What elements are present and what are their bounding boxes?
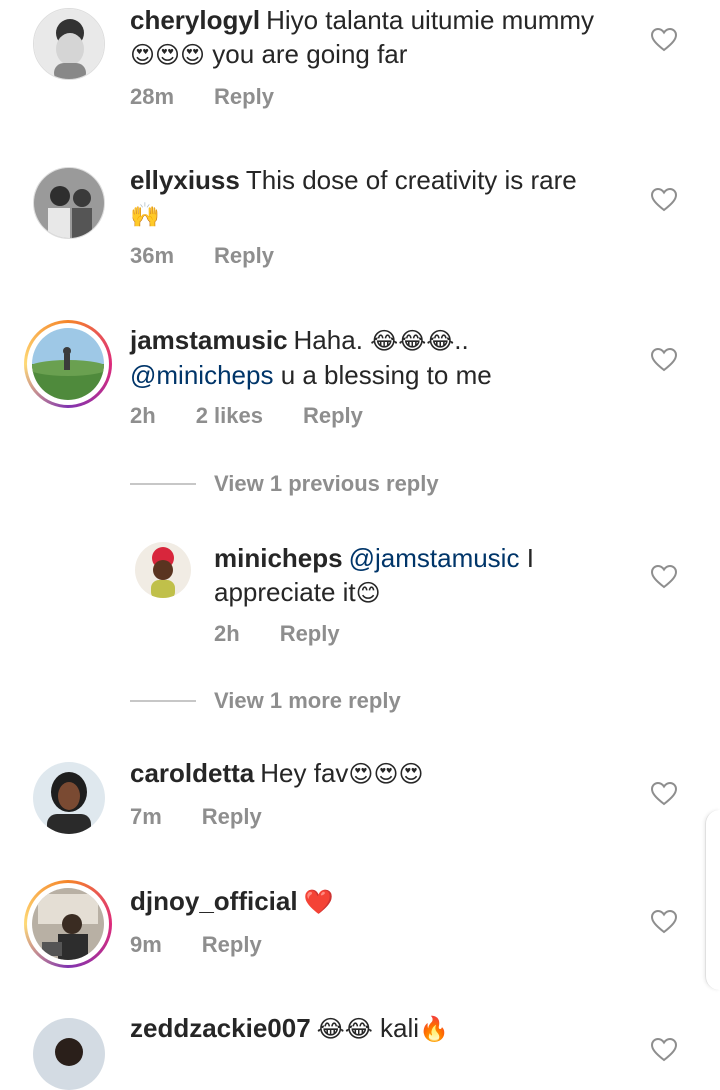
story-ring[interactable] bbox=[24, 320, 112, 408]
avatar-image bbox=[34, 168, 104, 238]
comment-body: kali bbox=[380, 1013, 420, 1043]
avatar bbox=[32, 328, 104, 400]
comment-body: Haha. bbox=[293, 325, 363, 355]
reply-body: I bbox=[526, 543, 534, 573]
reply-body-2: appreciate it bbox=[214, 577, 356, 607]
reply-meta: 2h Reply bbox=[214, 621, 340, 647]
avatar[interactable] bbox=[33, 1018, 105, 1090]
reply-button[interactable]: Reply bbox=[214, 84, 274, 110]
heart-icon[interactable] bbox=[651, 188, 677, 212]
comment-username[interactable]: zeddzackie007 bbox=[130, 1013, 311, 1043]
comment-item: djnoy_official ❤️ 9m Reply bbox=[0, 880, 720, 990]
avatar[interactable] bbox=[33, 8, 105, 80]
likes-count[interactable]: 2 likes bbox=[196, 403, 263, 429]
comment-body-2: u a blessing to me bbox=[280, 360, 492, 390]
avatar[interactable] bbox=[33, 167, 105, 239]
avatar[interactable] bbox=[33, 762, 105, 834]
comment-time: 36m bbox=[130, 243, 175, 268]
reply-time: 2h bbox=[214, 621, 240, 646]
comment-username[interactable]: cherylogyl bbox=[130, 5, 260, 35]
comment-body: This dose of creativity is rare bbox=[245, 165, 577, 195]
comment-username[interactable]: caroldetta bbox=[130, 758, 254, 788]
reply-item: minicheps @jamstamusic I appreciate it😊 2… bbox=[0, 538, 720, 668]
comment-meta: 36m Reply bbox=[130, 243, 274, 269]
comment-item: caroldetta Hey fav😍😍😍 7m Reply bbox=[0, 756, 720, 866]
comment-meta: 7m Reply bbox=[130, 804, 262, 830]
emoji: 😊 bbox=[355, 579, 381, 607]
story-ring[interactable] bbox=[24, 880, 112, 968]
reply-button[interactable]: Reply bbox=[214, 243, 274, 269]
emoji: 😍😍😍 bbox=[348, 760, 424, 788]
reply-button[interactable]: Reply bbox=[303, 403, 363, 429]
comment-item: cherylogyl Hiyo talanta uitumie mummy 😍😍😍… bbox=[0, 0, 720, 140]
avatar-image bbox=[135, 542, 191, 598]
reply-username[interactable]: minicheps bbox=[214, 543, 343, 573]
mention-link[interactable]: @jamstamusic bbox=[349, 543, 520, 573]
emoji: 😍😍😍 bbox=[130, 41, 206, 69]
comment-item: jamstamusic Haha. 😂😂😂.. @minicheps u a bl… bbox=[0, 320, 720, 460]
comment-body: Hey fav bbox=[260, 758, 349, 788]
divider-line bbox=[130, 483, 196, 485]
emoji: 🙌 bbox=[130, 201, 160, 229]
view-previous-replies[interactable]: View 1 previous reply bbox=[130, 471, 439, 497]
edge-panel-handle[interactable] bbox=[705, 810, 720, 990]
comment-text: zeddzackie007 😂😂 kali🔥 bbox=[130, 1011, 640, 1046]
comment-time: 28m bbox=[130, 84, 175, 109]
avatar-image bbox=[32, 888, 104, 960]
comment-body: Hiyo talanta uitumie mummy bbox=[266, 5, 595, 35]
avatar-image bbox=[33, 762, 105, 834]
reply-button[interactable]: Reply bbox=[202, 932, 262, 958]
avatar-image bbox=[32, 328, 104, 400]
avatar[interactable] bbox=[135, 542, 191, 598]
comment-time: 9m bbox=[130, 932, 162, 957]
avatar bbox=[32, 888, 104, 960]
comment-body-suffix: .. bbox=[454, 325, 469, 355]
emoji: ❤️ bbox=[303, 888, 334, 916]
avatar-image bbox=[34, 9, 104, 79]
comment-text: jamstamusic Haha. 😂😂😂.. @minicheps u a bl… bbox=[130, 323, 640, 392]
heart-icon[interactable] bbox=[651, 782, 677, 806]
reply-button[interactable]: Reply bbox=[280, 621, 340, 647]
emoji: 😂😂 bbox=[316, 1015, 373, 1043]
comment-meta: 9m Reply bbox=[130, 932, 262, 958]
heart-icon[interactable] bbox=[651, 910, 677, 934]
view-more-replies[interactable]: View 1 more reply bbox=[130, 688, 401, 714]
comment-time: 7m bbox=[130, 804, 162, 829]
heart-icon[interactable] bbox=[651, 28, 677, 52]
avatar-image bbox=[33, 1018, 105, 1090]
comment-time: 2h bbox=[130, 403, 156, 428]
comment-item: zeddzackie007 😂😂 kali🔥 bbox=[0, 1008, 720, 1090]
comment-meta: 28m Reply bbox=[130, 84, 274, 110]
comment-username[interactable]: jamstamusic bbox=[130, 325, 288, 355]
comment-text: caroldetta Hey fav😍😍😍 bbox=[130, 756, 640, 791]
reply-button[interactable]: Reply bbox=[202, 804, 262, 830]
view-more-label: View 1 more reply bbox=[214, 688, 401, 713]
reply-text: minicheps @jamstamusic I appreciate it😊 bbox=[214, 541, 634, 610]
comment-username[interactable]: djnoy_official bbox=[130, 886, 298, 916]
heart-icon[interactable] bbox=[651, 348, 677, 372]
comment-username[interactable]: ellyxiuss bbox=[130, 165, 240, 195]
comment-meta: 2h 2 likes Reply bbox=[130, 403, 363, 429]
divider-line bbox=[130, 700, 196, 702]
fire-emoji: 🔥 bbox=[419, 1015, 449, 1043]
comment-item: ellyxiuss This dose of creativity is rare… bbox=[0, 160, 720, 300]
mention-link[interactable]: @minicheps bbox=[130, 360, 273, 390]
comment-text: cherylogyl Hiyo talanta uitumie mummy 😍😍😍… bbox=[130, 3, 640, 72]
comment-body-2: you are going far bbox=[212, 39, 408, 69]
heart-icon[interactable] bbox=[651, 1038, 677, 1062]
comment-text: djnoy_official ❤️ bbox=[130, 884, 640, 919]
comment-text: ellyxiuss This dose of creativity is rare… bbox=[130, 163, 640, 232]
emoji: 😂😂😂 bbox=[370, 327, 455, 355]
view-previous-label: View 1 previous reply bbox=[214, 471, 439, 496]
heart-icon[interactable] bbox=[651, 565, 677, 589]
